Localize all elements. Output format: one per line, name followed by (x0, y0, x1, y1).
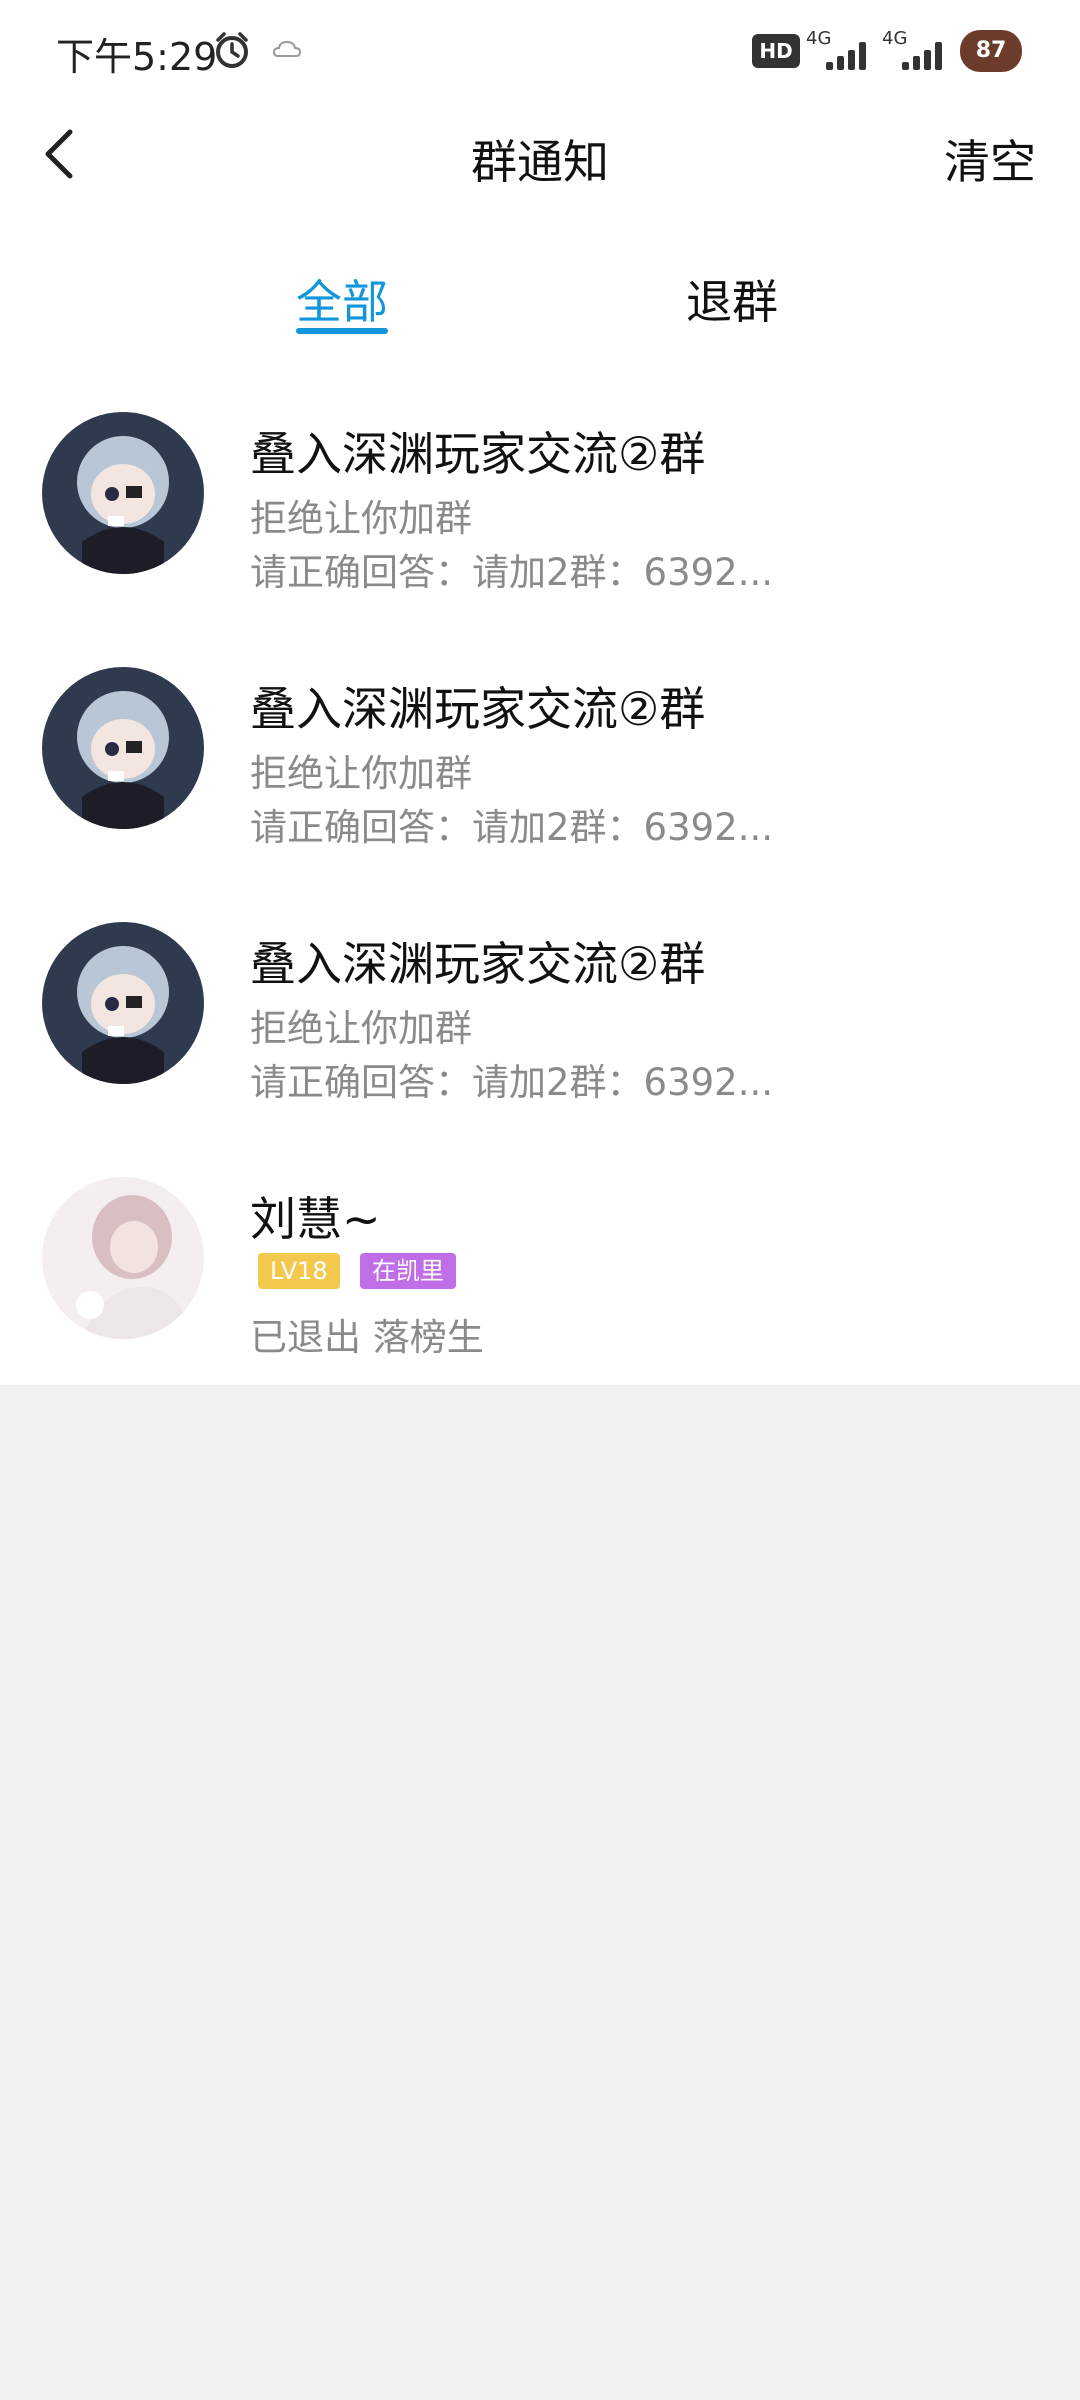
notification-detail: 请正确回答：请加2群：6392... (250, 551, 773, 594)
tab-all[interactable]: 全部 (296, 266, 388, 332)
level-badge: LV18 (258, 1253, 340, 1289)
alarm-icon (216, 32, 248, 68)
signal-icon: 4G (882, 28, 952, 70)
group-name: 叠入深渊玩家交流②群 (250, 682, 706, 736)
list-item[interactable]: 刘慧~ LV18 在凯里 已退出 落榜生 (0, 1135, 1080, 1390)
page-title: 群通知 (471, 135, 609, 189)
status-time: 下午5:29 (56, 35, 218, 79)
tab-quit-group[interactable]: 退群 (686, 266, 778, 332)
user-avatar (42, 1177, 204, 1339)
hd-voice-icon: HD (752, 34, 800, 68)
list-item[interactable]: 叠入深渊玩家交流②群 拒绝让你加群 请正确回答：请加2群：6392... (0, 370, 1080, 625)
notification-status: 拒绝让你加群 (250, 1007, 472, 1050)
nav-header: 群通知 清空 (0, 100, 1080, 210)
clear-button[interactable]: 清空 (944, 126, 1036, 192)
group-avatar (42, 667, 204, 829)
group-name: 叠入深渊玩家交流②群 (250, 427, 706, 481)
cloud-icon (272, 40, 302, 57)
group-avatar (42, 922, 204, 1084)
status-bar: 下午5:29 HD 4G 4G 87 (0, 0, 1080, 100)
notification-status: 拒绝让你加群 (250, 752, 472, 795)
battery-icon: 87 (960, 30, 1022, 72)
group-name: 叠入深渊玩家交流②群 (250, 937, 706, 991)
location-badge: 在凯里 (360, 1253, 456, 1289)
signal-icon: 4G (806, 28, 876, 70)
notification-detail: 已退出 落榜生 (250, 1316, 484, 1359)
list-item[interactable]: 叠入深渊玩家交流②群 拒绝让你加群 请正确回答：请加2群：6392... (0, 625, 1080, 880)
user-name: 刘慧~ (250, 1192, 381, 1246)
notification-status: 拒绝让你加群 (250, 497, 472, 540)
group-avatar (42, 412, 204, 574)
tab-bar: 全部 退群 (0, 240, 1080, 350)
content-area: 下午5:29 HD 4G 4G 87 群通知 清空 全部 退群 叠入深渊玩家交流… (0, 0, 1080, 1385)
notification-detail: 请正确回答：请加2群：6392... (250, 806, 773, 849)
active-tab-indicator (296, 328, 388, 334)
notification-detail: 请正确回答：请加2群：6392... (250, 1061, 773, 1104)
list-item[interactable]: 叠入深渊玩家交流②群 拒绝让你加群 请正确回答：请加2群：6392... (0, 880, 1080, 1135)
